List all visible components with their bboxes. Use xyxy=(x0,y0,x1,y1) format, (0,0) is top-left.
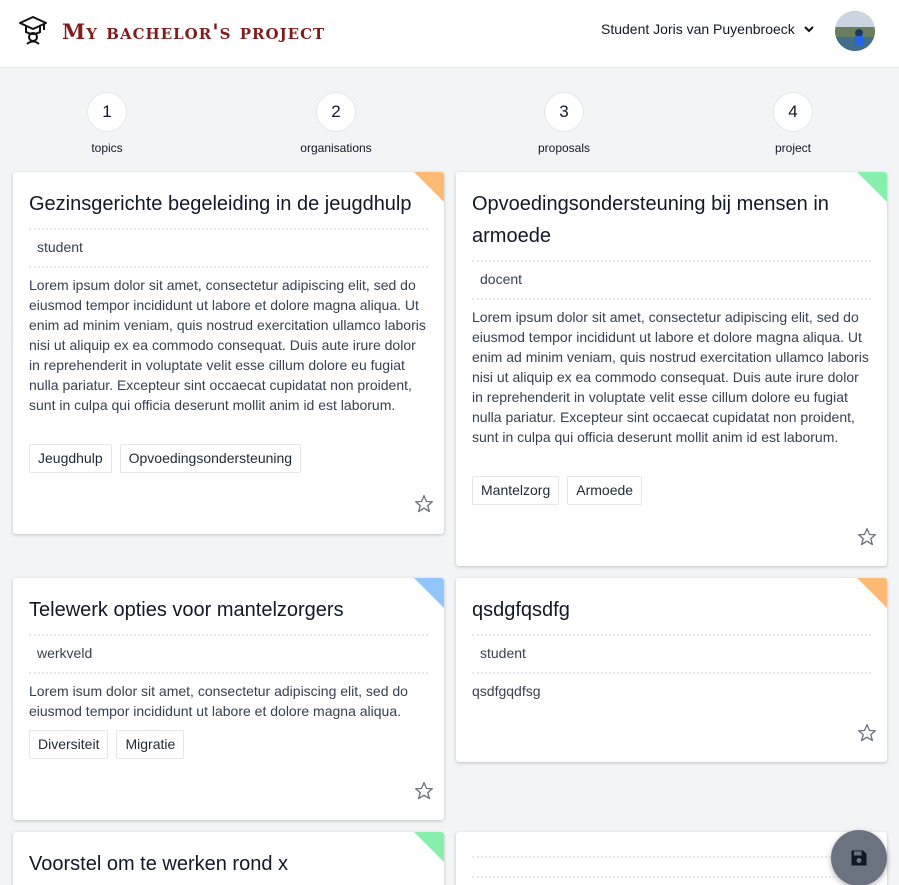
tag[interactable]: Jeugdhulp xyxy=(29,444,112,473)
divider xyxy=(472,876,871,878)
card-role: docent xyxy=(480,271,523,287)
step-label: project xyxy=(774,141,812,155)
card-role: student xyxy=(37,239,83,255)
card-description: Lorem isum dolor sit amet, consectetur a… xyxy=(29,683,408,719)
divider xyxy=(472,634,871,636)
divider xyxy=(472,298,871,300)
step-number: 4 xyxy=(773,92,813,132)
chevron-down-icon[interactable] xyxy=(803,23,815,35)
topic-card[interactable]: Voorstel om te werken rond x xyxy=(13,832,444,885)
topic-card[interactable]: qsdgfqsdfg student qsdfgqdfsg xyxy=(456,578,887,762)
card-description: Lorem ipsum dolor sit amet, consectetur … xyxy=(472,309,869,445)
step-label: organisations xyxy=(300,141,372,155)
card-title: Telewerk opties voor mantelzorgers xyxy=(29,599,344,621)
card-description: qsdfgqdfsg xyxy=(472,683,541,699)
star-icon[interactable] xyxy=(414,781,434,801)
divider xyxy=(29,672,428,674)
tag-list: Jeugdhulp Opvoedingsondersteuning xyxy=(29,444,302,473)
category-corner xyxy=(857,172,887,202)
step-number: 3 xyxy=(544,92,584,132)
tag[interactable]: Opvoedingsondersteuning xyxy=(119,444,302,473)
card-title: Opvoedingsondersteuning bij mensen in ar… xyxy=(472,193,829,247)
divider xyxy=(472,260,871,262)
app-title[interactable]: My bachelor's project xyxy=(62,18,325,46)
tag-list: Mantelzorg Armoede xyxy=(472,476,643,505)
card-role: werkveld xyxy=(37,645,93,661)
topic-card[interactable]: Opvoedingsondersteuning bij mensen in ar… xyxy=(456,172,887,566)
step-label: proposals xyxy=(537,141,591,155)
divider xyxy=(472,672,871,674)
topic-card[interactable]: Gezinsgerichte begeleiding in de jeugdhu… xyxy=(13,172,444,534)
star-icon[interactable] xyxy=(414,494,434,514)
divider xyxy=(29,266,428,268)
top-bar: My bachelor's project Student Joris van … xyxy=(0,0,899,68)
topic-card[interactable] xyxy=(456,832,887,885)
step-organisations[interactable]: 2 organisations xyxy=(276,92,396,155)
tag[interactable]: Migratie xyxy=(116,730,185,759)
step-number: 1 xyxy=(87,92,127,132)
tag[interactable]: Mantelzorg xyxy=(472,476,560,505)
step-project[interactable]: 4 project xyxy=(733,92,853,155)
divider xyxy=(29,634,428,636)
step-number: 2 xyxy=(316,92,356,132)
divider xyxy=(29,228,428,230)
card-description: Lorem ipsum dolor sit amet, consectetur … xyxy=(29,277,426,413)
tag-list: Diversiteit Migratie xyxy=(29,730,185,759)
card-title: Voorstel om te werken rond x xyxy=(29,853,289,875)
step-proposals[interactable]: 3 proposals xyxy=(504,92,624,155)
star-icon[interactable] xyxy=(857,723,877,743)
step-topics[interactable]: 1 topics xyxy=(47,92,167,155)
card-title: qsdgfqsdfg xyxy=(472,599,570,621)
avatar[interactable] xyxy=(835,11,875,51)
save-button[interactable] xyxy=(831,830,887,885)
tag[interactable]: Armoede xyxy=(567,476,643,505)
graduation-cap-icon[interactable] xyxy=(19,15,47,45)
save-icon xyxy=(851,850,867,866)
card-title: Gezinsgerichte begeleiding in de jeugdhu… xyxy=(29,193,412,215)
user-menu-label[interactable]: Student Joris van Puyenbroeck xyxy=(601,20,795,38)
star-icon[interactable] xyxy=(857,527,877,547)
topic-card[interactable]: Telewerk opties voor mantelzorgers werkv… xyxy=(13,578,444,820)
step-label: topics xyxy=(91,141,123,155)
divider xyxy=(472,856,871,858)
tag[interactable]: Diversiteit xyxy=(29,730,109,759)
card-role: student xyxy=(480,645,526,661)
